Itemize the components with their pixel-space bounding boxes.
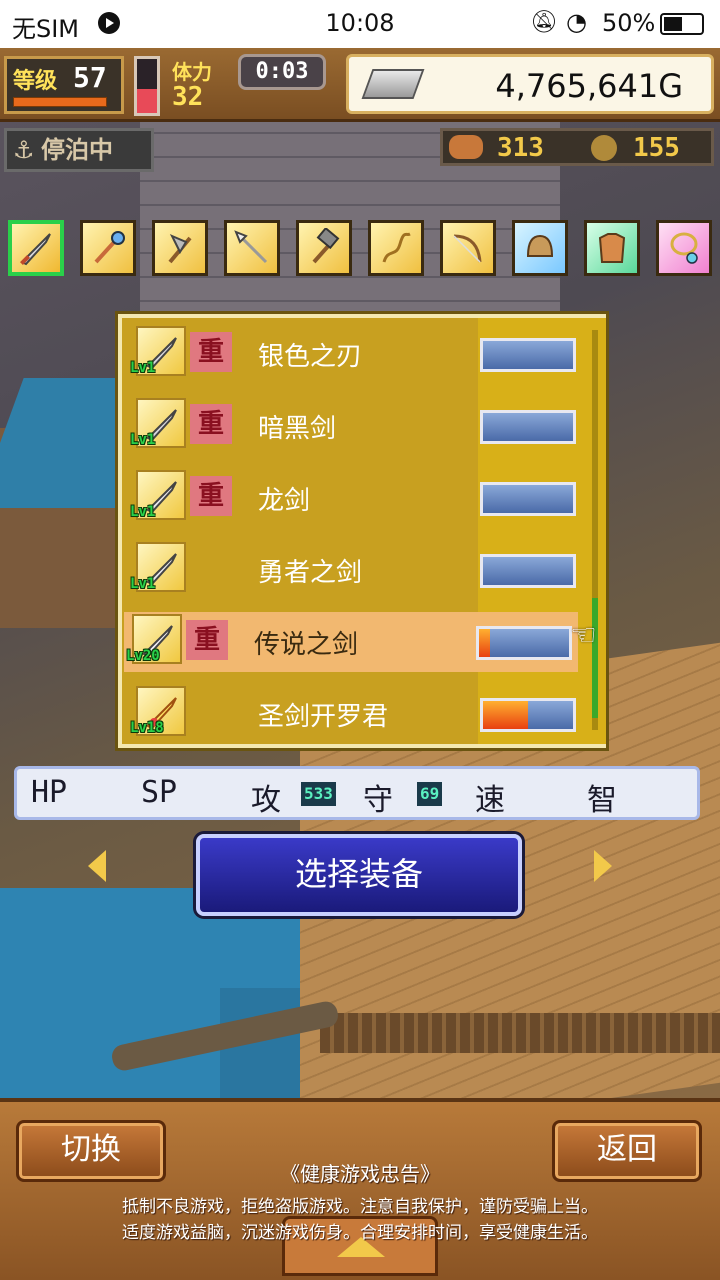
level-value: 57 <box>73 61 107 94</box>
equipment-row[interactable]: Lv1 重 暗黑剑 <box>128 396 578 456</box>
staff-icon[interactable] <box>80 220 136 276</box>
select-equipment-button[interactable]: 选择装备 <box>196 834 522 916</box>
level-badge: Lv1 <box>130 576 156 592</box>
necklace-icon[interactable] <box>656 220 712 276</box>
timer: 0:03 <box>238 54 326 90</box>
gold-box: 4,765,641G <box>346 54 714 114</box>
equipment-row[interactable]: Lv18 圣剑开罗君 <box>128 684 578 744</box>
attack-label: 攻 <box>251 783 281 818</box>
level-badge: Lv1 <box>130 504 156 520</box>
hand-pointer-icon: ☜ <box>570 618 597 653</box>
equipment-row[interactable]: Lv1 勇者之剑 <box>128 540 578 600</box>
hammer-icon[interactable] <box>296 220 352 276</box>
exp-bar <box>13 97 107 107</box>
intel-label: 智 <box>587 783 617 818</box>
health-notice-line: 适度游戏益脑，沉迷游戏伤身。合理安排时间，享受健康生活。 <box>122 1223 598 1243</box>
stamina-fill <box>137 88 157 113</box>
equipment-name: 龙剑 <box>258 486 311 516</box>
attack-value: 533 <box>301 782 336 806</box>
equipment-name: 圣剑开罗君 <box>258 702 389 732</box>
status-bar: 无SIM 10:08 🔕︎ ◔ 50% <box>0 0 720 48</box>
speed-label: 速 <box>475 783 505 818</box>
coin-value: 155 <box>633 133 680 163</box>
durability-gauge <box>480 338 576 372</box>
heavy-badge: 重 <box>190 332 232 372</box>
durability-gauge <box>480 482 576 516</box>
stats-bar: HP SP 攻 533 守 69 速 智 <box>14 766 700 820</box>
health-notice-line: 抵制不良游戏，拒绝盗版游戏。注意自我保护，谨防受骗上当。 <box>122 1197 598 1217</box>
stamina-label: 体力 <box>172 60 212 84</box>
equipment-list: Lv1 重 银色之刃 Lv1 重 暗黑剑 Lv1 重 龙剑 Lv1 勇者之剑 L… <box>118 314 606 748</box>
level-badge: Lv1 <box>130 432 156 448</box>
equipment-name: 传说之剑 <box>254 630 359 660</box>
level-badge: Lv18 <box>130 720 164 736</box>
helmet-icon[interactable] <box>512 220 568 276</box>
battery-icon <box>660 13 704 35</box>
hp-label: HP <box>31 775 68 810</box>
silver-bar-icon <box>361 69 425 99</box>
equipment-row-selected[interactable]: Lv20 重 传说之剑 <box>124 612 578 672</box>
health-notice-title: 《健康游戏忠告》 <box>280 1162 440 1186</box>
food-value: 313 <box>497 133 544 163</box>
docked-label: 停泊中 <box>41 136 113 164</box>
sword-icon[interactable] <box>8 220 64 276</box>
food-icon <box>449 135 483 159</box>
stamina-bar <box>134 56 160 116</box>
level-box: 等级 57 <box>4 56 124 114</box>
equipment-name: 银色之刃 <box>258 342 363 372</box>
whip-icon[interactable] <box>368 220 424 276</box>
docked-status[interactable]: ⚓︎ 停泊中 <box>4 128 154 172</box>
durability-gauge <box>476 626 572 660</box>
coin-icon <box>591 135 617 161</box>
sp-label: SP <box>141 775 178 810</box>
ship-rail <box>320 1013 720 1053</box>
heavy-badge: 重 <box>190 476 232 516</box>
battery-percent: 50% <box>602 9 656 37</box>
heavy-badge: 重 <box>190 404 232 444</box>
prev-arrow-icon[interactable] <box>88 850 106 882</box>
resources-box: 313 155 <box>440 128 714 166</box>
level-badge: Lv20 <box>126 648 160 664</box>
durability-gauge <box>480 554 576 588</box>
equipment-name: 暗黑剑 <box>258 414 337 444</box>
spear-icon[interactable] <box>224 220 280 276</box>
scrollbar-thumb[interactable] <box>592 598 598 718</box>
bow-icon[interactable] <box>440 220 496 276</box>
durability-gauge <box>480 410 576 444</box>
axe-icon[interactable] <box>152 220 208 276</box>
next-arrow-icon[interactable] <box>594 850 612 882</box>
wifi-icon: ◔ <box>566 8 587 36</box>
stamina-box: 体力 32 <box>168 56 228 114</box>
heavy-badge: 重 <box>186 620 228 660</box>
level-badge: Lv1 <box>130 360 156 376</box>
bottom-panel: 切换 返回 《健康游戏忠告》 抵制不良游戏，拒绝盗版游戏。注意自我保护，谨防受骗… <box>0 1098 720 1280</box>
stamina-value: 32 <box>172 82 204 112</box>
defense-label: 守 <box>363 783 393 818</box>
gold-value: 4,765,641G <box>495 67 683 105</box>
top-hud: 等级 57 体力 32 0:03 4,765,641G <box>0 48 720 122</box>
defense-value: 69 <box>417 782 443 806</box>
anchor-icon: ⚓︎ <box>13 136 35 164</box>
equipment-name: 勇者之剑 <box>258 558 363 588</box>
equipment-row[interactable]: Lv1 重 龙剑 <box>128 468 578 528</box>
durability-gauge <box>480 698 576 732</box>
category-bar <box>8 220 714 278</box>
equipment-row[interactable]: Lv1 重 银色之刃 <box>128 324 578 384</box>
level-label: 等级 <box>13 69 58 94</box>
mute-icon: 🔕︎ <box>530 10 558 35</box>
armor-icon[interactable] <box>584 220 640 276</box>
